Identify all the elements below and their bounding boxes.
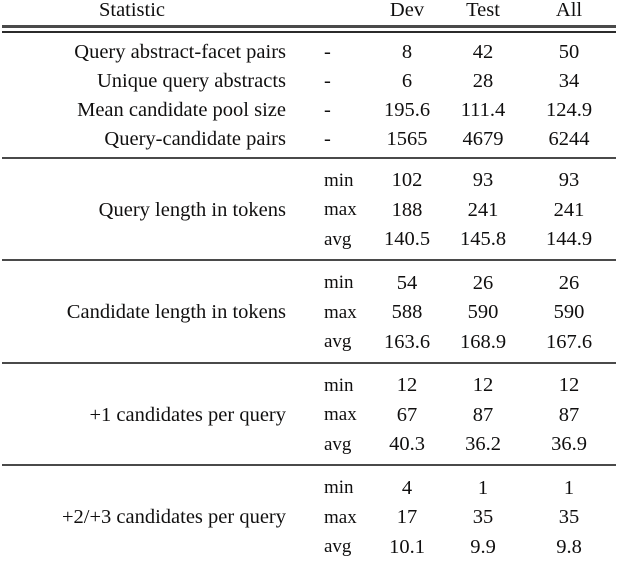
cell-dev: 188 [391,198,423,221]
cell-test: 87 [472,403,494,426]
row-label: Mean candidate pool size [77,98,286,121]
table-row: +2/+3 candidates per query min 4 1 1 [2,473,616,527]
cell-all: 87 [558,403,580,426]
cell-all: 167.6 [545,330,593,353]
cell-dev: 10.1 [389,535,425,558]
cell-test: 241 [467,198,499,221]
statistics-table-figure: Statistic Dev Test All Query abstract-fa… [0,0,618,557]
table-row: Unique query abstracts - 6 28 34 [2,67,616,96]
group-label: Candidate length in tokens [66,301,286,323]
row-sub: - [324,98,331,121]
cell-dev: 163.6 [383,330,431,353]
group-label: +2/+3 candidates per query [61,506,286,528]
column-header-statistic: Statistic [98,0,166,21]
dataset-statistics-table: Statistic Dev Test All Query abstract-fa… [2,0,616,562]
cell-test: 28 [472,69,494,92]
table-row: Query abstract-facet pairs - 8 42 50 [2,38,616,67]
row-sub: min [324,272,354,294]
column-header-all: All [555,0,583,21]
row-sub: avg [324,433,352,455]
row-sub: avg [324,331,352,353]
cell-dev: 1565 [386,127,428,150]
cell-test: 1 [477,476,489,499]
row-label: Query-candidate pairs [104,127,286,150]
row-sub: - [324,40,331,63]
column-header-sub [304,0,370,26]
row-label: Query abstract-facet pairs [74,40,286,63]
row-sub: max [324,199,357,221]
cell-test: 145.8 [459,228,507,250]
cell-dev: 195.6 [383,98,431,121]
table-header: Statistic Dev Test All [2,0,616,26]
table-row: Candidate length in tokens min 54 26 26 [2,268,616,322]
cell-test: 590 [467,301,499,323]
column-header-dev: Dev [389,0,425,21]
cell-test: 42 [472,40,494,63]
cell-all: 9.8 [556,535,582,558]
group-label: Query length in tokens [98,198,286,221]
group-label: +1 candidates per query [89,403,286,426]
cell-test: 168.9 [459,330,507,353]
cell-dev: 40.3 [389,433,425,455]
cell-dev: 54 [396,271,418,294]
cell-dev: 4 [401,476,413,499]
cell-test: 26 [472,271,494,294]
row-sub: - [324,127,331,150]
cell-all: 26 [558,271,580,294]
cell-test: 35 [472,506,494,528]
cell-test: 4679 [462,127,504,150]
cell-all: 35 [558,506,580,528]
table-body: Query abstract-facet pairs - 8 42 50 Uni… [2,24,616,562]
row-label: Unique query abstracts [97,69,286,92]
row-sub: max [324,404,357,426]
row-sub: min [324,477,354,499]
row-sub: avg [324,228,352,250]
cell-all: 34 [558,69,580,92]
cell-dev: 8 [401,40,413,63]
cell-all: 1 [563,476,575,499]
cell-dev: 67 [396,403,418,426]
cell-dev: 12 [396,374,418,396]
table-row: Query length in tokens min 102 93 93 [2,166,616,220]
cell-test: 111.4 [460,98,506,121]
cell-all: 590 [553,301,585,323]
row-sub: min [324,169,354,191]
cell-all: 36.9 [551,433,587,455]
cell-all: 93 [558,169,580,191]
column-header-test: Test [466,0,500,21]
row-sub: - [324,69,331,92]
cell-dev: 588 [391,301,423,323]
cell-test: 93 [472,169,494,191]
table-row: Query-candidate pairs - 1565 4679 6244 [2,125,616,154]
cell-all: 241 [553,198,585,221]
cell-all: 50 [558,40,580,63]
cell-dev: 6 [401,69,413,92]
cell-test: 12 [472,374,494,396]
cell-test: 36.2 [465,433,501,455]
table-row: Mean candidate pool size - 195.6 111.4 1… [2,96,616,125]
row-sub: min [324,374,354,396]
cell-all: 124.9 [545,98,593,121]
cell-dev: 140.5 [383,228,431,250]
cell-test: 9.9 [470,535,496,558]
header-row: Statistic Dev Test All [2,0,616,26]
table-row: +1 candidates per query min 12 12 12 [2,371,616,425]
row-sub: avg [324,536,352,558]
cell-all: 6244 [548,127,590,150]
row-sub: max [324,301,357,323]
row-sub: max [324,506,357,528]
cell-all: 12 [558,374,580,396]
cell-dev: 17 [396,506,418,528]
cell-dev: 102 [391,169,423,191]
cell-all: 144.9 [545,228,593,250]
